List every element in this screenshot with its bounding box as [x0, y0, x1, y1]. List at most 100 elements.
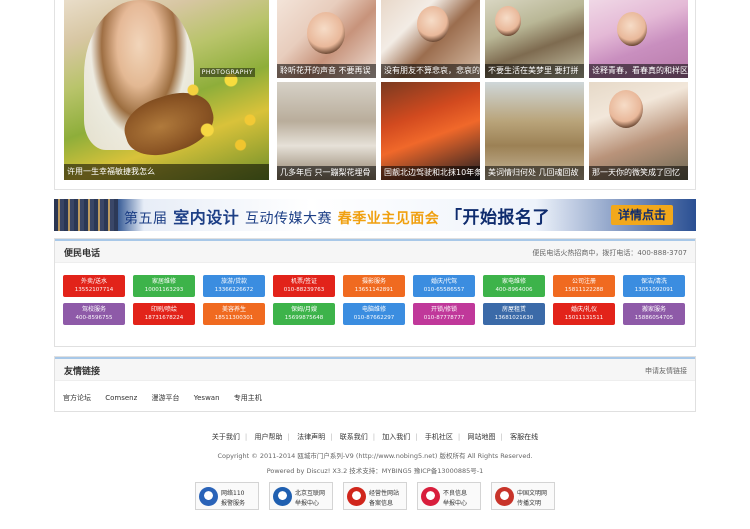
powered-by-text: Powered by Discuz! X3.2 技术支持：MYBING5 豫IC…	[266, 467, 484, 475]
badge-line1: 不良信息	[443, 490, 468, 497]
phone-service-tile[interactable]: 保姆/月嫂 15699875648	[273, 303, 335, 325]
service-name: 保洁/清洗	[640, 278, 668, 285]
badge-line1: 经营性网站	[369, 490, 400, 497]
swoosh-icon	[421, 487, 440, 506]
gallery-thumb[interactable]: 国靓北边驾驶和北抹10年条件	[381, 82, 480, 180]
contest-banner-ad[interactable]: 第五届 室内设计 互动传媒大赛 春季业主见面会 「开始报名了 详情点击	[54, 199, 696, 231]
service-name: 搬家服务	[641, 306, 666, 313]
friend-links-panel: 友情链接 申请友情链接 官方论坛 Comsenz 漫游平台 Yeswan 专用主…	[54, 356, 696, 412]
footer-nav: 关于我们 | 用户帮助 | 法律声明 | 联系我们 | 加入我们 | 手机社区 | 网站地图…	[0, 432, 750, 442]
phone-service-tile[interactable]: 印刷/喷绘 18731678224	[133, 303, 195, 325]
footer-link-legal[interactable]: 法律声明	[292, 433, 330, 441]
badge-civilization[interactable]: 中国文明网 传播文明	[491, 482, 555, 510]
badge-line2: 备案信息	[369, 500, 394, 507]
service-name: 开锁/修锁	[430, 306, 458, 313]
service-phone: 010-87662297	[353, 315, 395, 321]
phone-service-tile[interactable]: 旅游/贷款 13366226672	[203, 275, 265, 297]
panel-header: 友情链接 申请友情链接	[55, 357, 695, 381]
gallery-caption: 诠释青春，看春真的和样区	[589, 64, 688, 78]
service-name: 印刷/喷绘	[150, 306, 178, 313]
phone-service-tile[interactable]: 电脑维修 010-87662297	[343, 303, 405, 325]
service-phone: 15699875648	[284, 315, 324, 321]
service-name: 保姆/月嫂	[290, 306, 318, 313]
emblem-icon	[347, 487, 366, 506]
badge-police-110[interactable]: 网络110 报警服务	[195, 482, 259, 510]
gallery-thumb[interactable]: 诠释青春，看春真的和样区	[589, 0, 688, 78]
phone-service-tile[interactable]: 婚庆/代驾 010-65586557	[413, 275, 475, 297]
footer-link-about[interactable]: 关于我们	[207, 433, 245, 441]
footer-link-sitemap[interactable]: 网站地图	[462, 433, 500, 441]
badge-line2: 报警服务	[221, 500, 246, 507]
phone-service-tile[interactable]: 家居维修 10001163293	[133, 275, 195, 297]
service-name: 机票/签证	[290, 278, 318, 285]
service-name: 外卖/送水	[80, 278, 108, 285]
phone-service-tile[interactable]: 驾校服务 400-8596755	[63, 303, 125, 325]
gallery-thumb[interactable]: 那一天你的微笑成了回忆	[589, 82, 688, 180]
service-name: 家电维修	[501, 278, 526, 285]
service-phone: 15011131511	[564, 315, 604, 321]
photo-gallery: PHOTOGRAPHY 许用一生幸福敏捷我怎么 聆听花开的声音 不要再误 没有朋…	[54, 0, 696, 190]
service-phone: 18731678224	[144, 315, 184, 321]
gallery-thumb[interactable]: 没有朋友不算悲哀，悲哀的	[381, 0, 480, 78]
phone-service-tile[interactable]: 机票/签证 010-88239763	[273, 275, 335, 297]
friend-link[interactable]: 专用主机	[234, 394, 262, 402]
phone-service-tile[interactable]: 美容养生 18511300301	[203, 303, 265, 325]
phone-service-tile[interactable]: 外卖/送水 13552107714	[63, 275, 125, 297]
footer-link-contact[interactable]: 联系我们	[335, 433, 373, 441]
footer-link-support[interactable]: 客服在线	[505, 433, 543, 441]
friend-link[interactable]: 官方论坛	[63, 394, 91, 402]
phone-service-tile[interactable]: 家电维修 400-8964006	[483, 275, 545, 297]
thumb-face	[617, 12, 647, 46]
gallery-caption: 聆听花开的声音 不要再误	[277, 64, 376, 78]
phone-service-tile[interactable]: 公司注册 15811122288	[553, 275, 615, 297]
separator: |	[500, 433, 503, 441]
gallery-caption: 许用一生幸福敏捷我怎么	[64, 164, 269, 180]
thumb-face	[609, 90, 643, 128]
service-name: 公司注册	[571, 278, 596, 285]
phone-service-tile[interactable]: 搬家服务 15886054705	[623, 303, 685, 325]
separator: |	[415, 433, 418, 441]
service-phone: 400-8964006	[495, 287, 533, 293]
banner-details-button[interactable]: 详情点击	[611, 205, 673, 225]
gallery-featured-photo[interactable]: PHOTOGRAPHY 许用一生幸福敏捷我怎么	[64, 0, 269, 180]
service-name: 旅游/贷款	[220, 278, 248, 285]
phone-service-tile[interactable]: 婚庆/礼仪 15011131511	[553, 303, 615, 325]
gallery-thumb[interactable]: 聆听花开的声音 不要再误	[277, 0, 376, 78]
service-phone: 13651142891	[354, 287, 394, 293]
apply-link-button[interactable]: 申请友情链接	[645, 366, 687, 376]
friend-link[interactable]: 漫游平台	[152, 394, 180, 402]
footer-link-join[interactable]: 加入我们	[377, 433, 415, 441]
phone-service-tile[interactable]: 摄影服务 13651142891	[343, 275, 405, 297]
gallery-thumb[interactable]: 美词情归何处 几回魂回故	[485, 82, 584, 180]
separator: |	[330, 433, 333, 441]
gallery-thumb[interactable]: 不要生活在美梦里 要打拼	[485, 0, 584, 78]
phone-service-tile[interactable]: 房屋租赁 13681021630	[483, 303, 545, 325]
badge-site-registration[interactable]: 经营性网站 备案信息	[343, 482, 407, 510]
badge-line1: 网络110	[221, 490, 245, 497]
police-shield-icon	[199, 487, 218, 506]
phone-service-tile[interactable]: 保洁/清洗 13051092091	[623, 275, 685, 297]
convenience-phone-panel: 便民电话 便民电话火热招商中，拨打电话：400-888-3707 外卖/送水 13…	[54, 238, 696, 347]
badge-bad-info-report[interactable]: 不良信息 举报中心	[417, 482, 481, 510]
phone-service-tile[interactable]: 开锁/修锁 010-87778777	[413, 303, 475, 325]
service-phone: 18511300301	[214, 315, 254, 321]
friend-link[interactable]: Yeswan	[194, 394, 220, 402]
trust-badges: 网络110 报警服务 北京互联网 举报中心 经营性网站 备案信息 不良信息 举报…	[195, 482, 565, 512]
gallery-caption: 不要生活在美梦里 要打拼	[485, 64, 584, 78]
friend-links-list: 官方论坛 Comsenz 漫游平台 Yeswan 专用主机	[63, 393, 274, 403]
thumb-face	[495, 6, 521, 36]
gallery-caption: 那一天你的微笑成了回忆	[589, 166, 688, 180]
friend-link[interactable]: Comsenz	[105, 394, 137, 402]
panel-header: 便民电话 便民电话火热招商中，拨打电话：400-888-3707	[55, 239, 695, 263]
service-phone: 13552107714	[74, 287, 114, 293]
service-phone: 010-87778777	[423, 315, 465, 321]
gallery-caption: 几多年后 只一蹦梨花埋骨	[277, 166, 376, 180]
badge-beijing-report[interactable]: 北京互联网 举报中心	[269, 482, 333, 510]
separator: |	[457, 433, 461, 441]
footer-link-mobile[interactable]: 手机社区	[420, 433, 458, 441]
footer-link-help[interactable]: 用户帮助	[250, 433, 288, 441]
separator: |	[287, 433, 290, 441]
service-phone: 15811122288	[564, 287, 604, 293]
service-phone: 13051092091	[634, 287, 674, 293]
gallery-thumb[interactable]: 几多年后 只一蹦梨花埋骨	[277, 82, 376, 180]
